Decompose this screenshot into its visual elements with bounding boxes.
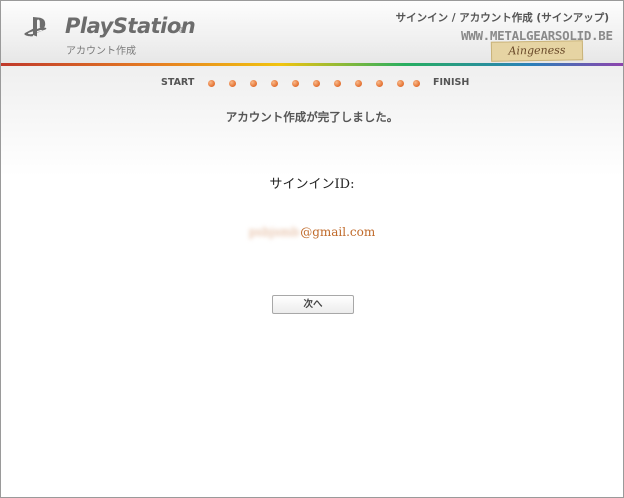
- progress-dot: [397, 80, 404, 87]
- progress-dot: [292, 80, 299, 87]
- playstation-logo-icon: [24, 17, 47, 37]
- progress-dot: [271, 80, 278, 87]
- email-user-blurred: psbjsmb: [248, 225, 300, 239]
- progress-dot: [413, 80, 420, 87]
- progress-dot: [376, 80, 383, 87]
- progress-finish-label: FINISH: [433, 77, 470, 88]
- progress-dot: [208, 80, 215, 87]
- email-domain: @gmail.com: [300, 225, 376, 239]
- page-subtitle: アカウント作成: [66, 46, 136, 57]
- registered-mark: ®: [178, 26, 186, 35]
- progress-dot: [334, 80, 341, 87]
- signin-id-label: サインインID:: [269, 177, 355, 192]
- progress-dot: [229, 80, 236, 87]
- header-section-title: サインイン / アカウント作成 (サインアップ): [395, 12, 609, 24]
- progress-start-label: START: [161, 77, 195, 88]
- progress-tracker: START FINISH: [1, 77, 623, 91]
- signin-id-value: psbjsmb@gmail.com: [1, 225, 623, 239]
- completion-message: アカウント作成が完了しました。: [225, 110, 399, 124]
- progress-dot: [355, 80, 362, 87]
- header-bar: PlayStation ® アカウント作成 サインイン / アカウント作成 (サ…: [1, 1, 623, 65]
- brand-title: PlayStation: [65, 14, 196, 38]
- progress-dot: [250, 80, 257, 87]
- next-button[interactable]: 次へ: [272, 295, 354, 314]
- progress-dot: [313, 80, 320, 87]
- watermark-signature: Aingeness: [490, 40, 584, 62]
- app-window: PlayStation ® アカウント作成 サインイン / アカウント作成 (サ…: [0, 0, 624, 498]
